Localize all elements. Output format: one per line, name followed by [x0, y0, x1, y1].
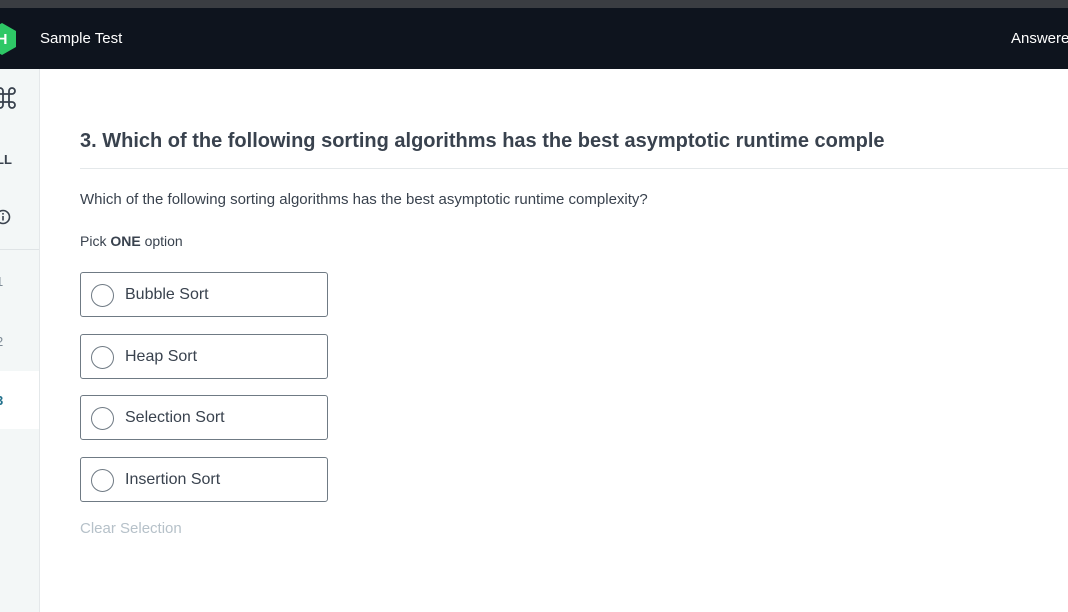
sidebar-item-question-3[interactable]: 3: [0, 371, 39, 429]
logo-letter: H: [0, 31, 7, 48]
answered-status: Answered: [1011, 30, 1068, 47]
option-bubble-sort[interactable]: Bubble Sort: [80, 272, 328, 317]
radio-button[interactable]: [91, 407, 114, 430]
question-text: Which of the following sorting algorithm…: [80, 191, 648, 208]
hackerrank-logo-icon[interactable]: H: [0, 23, 16, 55]
pick-emphasis: ONE: [110, 233, 141, 249]
option-selection-sort[interactable]: Selection Sort: [80, 395, 328, 440]
radio-button[interactable]: [91, 346, 114, 369]
question-sidebar: LL 1 2 3: [0, 69, 40, 612]
pick-suffix: option: [140, 233, 183, 249]
pick-prefix: Pick: [80, 233, 111, 249]
sidebar-item-label: 1: [0, 274, 3, 289]
option-label: Bubble Sort: [125, 286, 209, 303]
top-header: H Sample Test Answered: [0, 8, 1068, 69]
option-heap-sort[interactable]: Heap Sort: [80, 334, 328, 379]
test-title: Sample Test: [40, 30, 123, 47]
sidebar-item-label: 3: [0, 393, 3, 408]
sidebar-item-info[interactable]: [0, 205, 39, 233]
sidebar-item-all[interactable]: LL: [0, 145, 39, 173]
browser-top-strip: [0, 0, 1068, 8]
sidebar-divider: [0, 249, 39, 250]
sidebar-item-command[interactable]: [0, 85, 39, 113]
sidebar-item-question-1[interactable]: 1: [0, 267, 39, 295]
radio-button[interactable]: [91, 284, 114, 307]
sidebar-item-label: 2: [0, 334, 3, 349]
radio-button[interactable]: [91, 469, 114, 492]
info-icon: [0, 209, 12, 230]
option-label: Selection Sort: [125, 409, 225, 426]
sidebar-item-question-2[interactable]: 2: [0, 327, 39, 355]
question-title: 3. Which of the following sorting algori…: [80, 130, 885, 152]
option-insertion-sort[interactable]: Insertion Sort: [80, 457, 328, 502]
command-icon: [0, 87, 16, 114]
title-divider: [80, 168, 1068, 169]
option-label: Insertion Sort: [125, 471, 221, 488]
pick-instruction: Pick ONE option: [80, 233, 183, 249]
sidebar-item-label: LL: [0, 152, 12, 167]
clear-selection-link[interactable]: Clear Selection: [80, 520, 182, 537]
option-label: Heap Sort: [125, 348, 198, 365]
